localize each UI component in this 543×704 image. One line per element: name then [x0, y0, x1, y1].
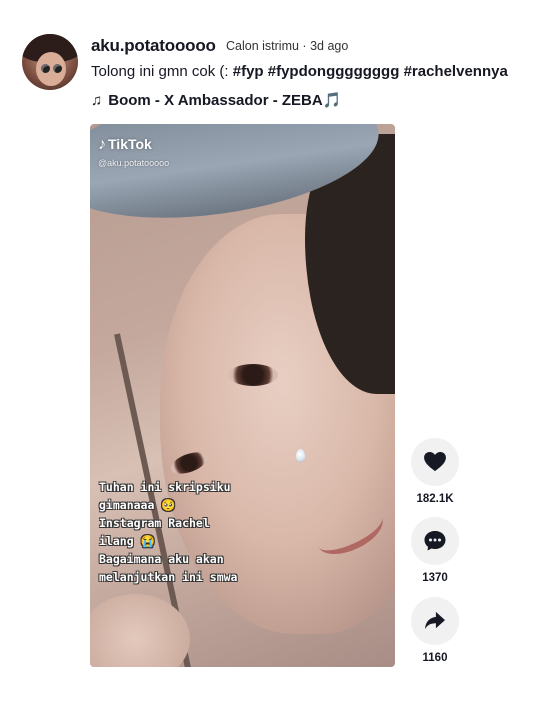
nickname: Calon istrimu — [226, 39, 299, 53]
share-icon — [425, 611, 445, 630]
share-action: 1160 — [411, 597, 459, 664]
post-date: 3d ago — [310, 39, 349, 53]
like-action: 182.1K — [411, 438, 459, 505]
caption: Tolong ini gmn cok (: #fyp #fypdongggggg… — [91, 63, 508, 80]
overlay-line: gimanaaa 🥺 — [99, 498, 176, 512]
post-meta: Calon istrimu · 3d ago — [226, 39, 348, 53]
heart-icon — [424, 452, 446, 472]
overlay-line: Tuhan ini skripsiku — [99, 480, 231, 494]
overlay-line: Instagram Rachel — [99, 516, 210, 530]
username-link[interactable]: aku.potatooooo — [91, 36, 216, 56]
meta-separator: · — [302, 39, 307, 53]
hashtag-link[interactable]: #rachelvennya — [404, 63, 508, 80]
avatar[interactable] — [22, 34, 78, 90]
caption-text: Tolong ini gmn cok (: — [91, 63, 233, 80]
comment-icon — [424, 531, 446, 551]
comment-action: 1370 — [411, 517, 459, 584]
tiktok-logo-icon: ♪ — [98, 136, 106, 153]
share-button[interactable] — [411, 597, 459, 645]
comment-count: 1370 — [422, 572, 448, 584]
music-title: Boom - X Ambassador - ZEBA🎵 — [108, 92, 342, 109]
video-text-overlay: Tuhan ini skripsiku gimanaaa 🥺 Instagram… — [99, 478, 299, 586]
avatar-eye — [53, 64, 62, 73]
video-eye — [228, 364, 278, 386]
hashtag-link[interactable]: #fyp — [233, 63, 264, 80]
tiktok-watermark-text: TikTok — [108, 136, 152, 152]
video-player[interactable]: ♪ TikTok @aku.potatooooo Tuhan ini skrips… — [90, 124, 395, 667]
avatar-eye — [41, 64, 50, 73]
video-tear — [296, 449, 305, 462]
share-count: 1160 — [422, 652, 448, 664]
watermark-handle: @aku.potatooooo — [98, 158, 170, 168]
hashtag-link[interactable]: #fypdongggggggg — [268, 63, 400, 80]
overlay-line: ilang 😭 — [99, 534, 155, 548]
music-link[interactable]: ♫ Boom - X Ambassador - ZEBA🎵 — [91, 91, 341, 109]
comment-button[interactable] — [411, 517, 459, 565]
like-count: 182.1K — [416, 493, 454, 505]
like-button[interactable] — [411, 438, 459, 486]
music-note-icon: ♫ — [91, 92, 103, 109]
overlay-line: Bagaimana aku akan — [99, 552, 224, 566]
tiktok-watermark: ♪ TikTok — [98, 136, 152, 154]
overlay-line: melanjutkan ini smwa — [99, 570, 238, 584]
